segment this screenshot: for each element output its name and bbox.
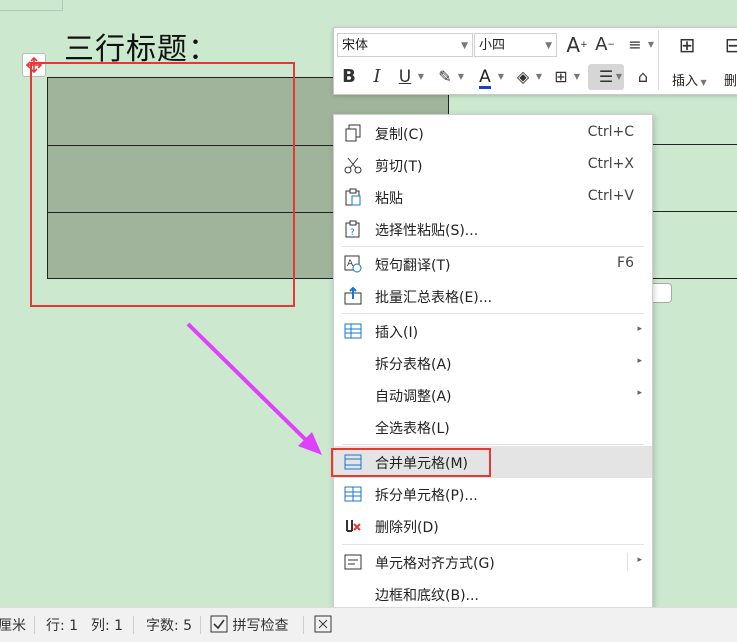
delete-table-icon[interactable]: ⊟: [720, 32, 737, 58]
svg-text:?: ?: [350, 228, 355, 238]
status-divider: [200, 616, 201, 634]
menu-item-translate[interactable]: A 短句翻译(T) F6: [334, 248, 652, 280]
menu-item-split-cells[interactable]: 拆分单元格(P)...: [334, 478, 652, 510]
menu-item-auto-adjust[interactable]: 自动调整(A) ▸: [334, 379, 652, 411]
menu-item-batch-summary[interactable]: 批量汇总表格(E)...: [334, 280, 652, 312]
menu-item-select-table[interactable]: 全选表格(L): [334, 411, 652, 443]
bold-icon[interactable]: B: [336, 64, 362, 90]
spell-check-button[interactable]: 拼写检查: [210, 615, 288, 635]
delete-button[interactable]: 删: [724, 70, 737, 89]
status-divider: [34, 616, 35, 634]
merge-cells-highlight-box: [331, 448, 491, 477]
paste-icon: [345, 188, 361, 206]
font-size-select[interactable]: 小四 ▼: [474, 33, 557, 57]
chevron-down-icon: ▼: [461, 41, 468, 51]
status-row: 行: 1: [46, 618, 79, 634]
shading-icon[interactable]: ◈ ▼: [510, 64, 542, 90]
translate-icon: A: [344, 255, 362, 273]
cell-align-icon: [344, 554, 362, 570]
delete-column-icon: [346, 520, 361, 532]
copy-icon: [345, 124, 361, 142]
submenu-arrow-icon: ▸: [637, 356, 642, 366]
toolbar-divider: [658, 30, 659, 90]
menu-item-split-table[interactable]: 拆分表格(A) ▸: [334, 347, 652, 379]
decrease-font-icon[interactable]: A−: [592, 32, 618, 58]
menu-item-paste[interactable]: 粘贴 Ctrl+V: [334, 181, 652, 213]
menu-item-cell-alignment[interactable]: 单元格对齐方式(G) ▸: [334, 546, 652, 578]
align-icon[interactable]: ☰ ▼: [588, 64, 624, 90]
table-context-menu: 复制(C) Ctrl+C 剪切(T) Ctrl+X 粘贴 Ctrl+V ? 选择…: [333, 114, 653, 630]
increase-font-icon[interactable]: A+: [564, 32, 590, 58]
status-col: 列: 1: [91, 618, 124, 634]
menu-item-insert[interactable]: 插入(I) ▸: [334, 315, 652, 347]
status-unit: 厘米: [0, 618, 26, 634]
italic-icon[interactable]: I: [364, 64, 390, 90]
submenu-arrow-icon: ▸: [637, 324, 642, 334]
floating-format-toolbar: 宋体 ▼ 小四 ▼ A+ A− ≡ ▼ B I U ▼ ✎ ▼ A ▼ ◈ ▼ ⊞ ▼ ☰ ▼…: [333, 27, 737, 95]
line-spacing-icon[interactable]: ≡ ▼: [622, 32, 654, 58]
menu-split-divider: [627, 553, 628, 571]
border-icon[interactable]: ⊞ ▼: [548, 64, 580, 90]
font-size-value: 小四: [479, 38, 506, 53]
submenu-arrow-icon: ▸: [637, 555, 642, 565]
spell-check-icon: [210, 615, 228, 633]
status-word-count[interactable]: 字数: 5: [146, 615, 192, 635]
font-color-icon[interactable]: A ▼: [472, 64, 504, 90]
batch-summary-icon: [344, 287, 362, 305]
menu-item-delete-column[interactable]: 删除列(D): [334, 510, 652, 542]
menu-separator: [342, 313, 644, 314]
document-check-icon[interactable]: [314, 615, 332, 634]
submenu-arrow-icon: ▸: [637, 388, 642, 398]
menu-separator: [342, 246, 644, 247]
chevron-down-icon: ▼: [545, 41, 552, 51]
font-name-select[interactable]: 宋体 ▼: [337, 33, 473, 57]
status-bar: 厘米 行: 1 列: 1 字数: 5 拼写检查: [0, 607, 737, 642]
underline-icon[interactable]: U ▼: [392, 64, 424, 90]
insert-table-icon[interactable]: ⊞: [674, 32, 700, 58]
menu-separator: [342, 544, 644, 545]
status-divider: [133, 616, 134, 634]
menu-item-copy[interactable]: 复制(C) Ctrl+C: [334, 117, 652, 149]
scissors-icon: [344, 157, 362, 174]
status-divider: [303, 616, 304, 634]
menu-item-cut[interactable]: 剪切(T) Ctrl+X: [334, 149, 652, 181]
split-cells-icon: [344, 486, 362, 502]
format-painter-icon[interactable]: ⌂: [630, 64, 656, 90]
highlight-icon[interactable]: ✎ ▼: [432, 64, 464, 90]
menu-item-borders-shading[interactable]: 边框和底纹(B)...: [334, 578, 652, 610]
menu-separator: [342, 444, 644, 445]
insert-button[interactable]: 插入 ▼: [672, 70, 707, 89]
font-name-value: 宋体: [342, 38, 369, 53]
table-insert-icon: [344, 323, 362, 339]
paste-special-icon: ?: [345, 220, 360, 238]
menu-item-paste-special[interactable]: ? 选择性粘贴(S)...: [334, 213, 652, 245]
